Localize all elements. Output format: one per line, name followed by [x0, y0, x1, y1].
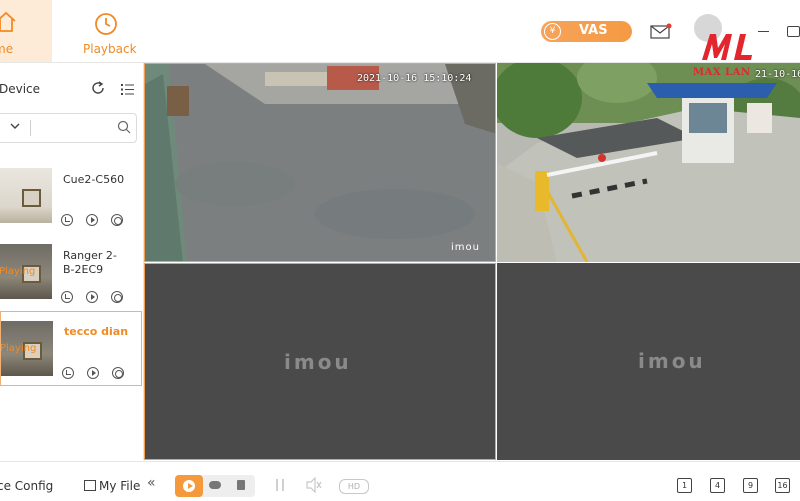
device-thumbnail [0, 168, 52, 223]
search-input[interactable] [35, 118, 109, 138]
device-sidebar: Device Cue2-C560 Playing Ranger 2-B-2EC9… [0, 63, 144, 460]
layout-9-button[interactable]: 9 [743, 478, 758, 493]
refresh-icon[interactable] [91, 81, 105, 95]
cloud-action-icon[interactable] [112, 367, 124, 379]
volume-muted-icon[interactable] [305, 477, 323, 493]
device-item[interactable]: Playing Ranger 2-B-2EC9 [0, 236, 142, 309]
hd-toggle[interactable]: HD [339, 479, 369, 494]
bottom-toolbar: ce Config My File « HD 1 4 9 16 [0, 461, 800, 501]
device-name: tecco dian [64, 325, 129, 338]
cloud-action-icon[interactable] [111, 214, 123, 226]
play-icon [188, 483, 193, 489]
layout-4-button[interactable]: 4 [710, 478, 725, 493]
device-thumbnail: Playing [1, 321, 53, 376]
device-actions [62, 364, 137, 383]
imou-placeholder-logo: imou [284, 350, 352, 374]
vas-label: VAS [579, 23, 608, 38]
chevron-down-icon[interactable] [10, 123, 20, 130]
playback-action-icon[interactable] [61, 291, 73, 303]
clock-icon [95, 13, 117, 35]
top-bar: me Playback ¥ VAS MAX LAN [0, 0, 800, 78]
playing-status: Playing [0, 266, 36, 277]
layout-16-button[interactable]: 16 [775, 478, 790, 493]
device-item-selected[interactable]: Playing tecco dian [0, 311, 142, 386]
nav-playback[interactable]: Playback [78, 0, 137, 62]
my-file-button[interactable]: My File [84, 479, 140, 493]
nav-home-label: me [0, 42, 14, 56]
vas-button[interactable]: ¥ VAS [541, 21, 632, 42]
playback-action-icon[interactable] [61, 214, 73, 226]
mail-icon[interactable] [650, 23, 672, 39]
playback-action-icon[interactable] [62, 367, 74, 379]
list-view-icon[interactable] [121, 84, 134, 95]
my-file-label: My File [99, 479, 141, 493]
sd-card-icon[interactable] [237, 480, 245, 490]
collapse-sidebar-button[interactable]: « [147, 475, 156, 491]
device-actions [61, 288, 136, 307]
brand-logo: MAX LAN [690, 30, 764, 82]
device-actions [61, 211, 136, 230]
video-grid: 2021-10-16 15:10:24 imou 21-10-16 imou i… [144, 63, 800, 460]
device-name: Cue2-C560 [63, 173, 125, 186]
live-action-icon[interactable] [87, 367, 99, 379]
video-cell-3-empty[interactable]: imou [144, 263, 496, 460]
video-timestamp: 2021-10-16 15:10:24 [357, 73, 472, 84]
home-icon [0, 11, 16, 32]
live-mode-button[interactable] [175, 475, 203, 497]
layout-1-button[interactable]: 1 [677, 478, 692, 493]
live-action-icon[interactable] [86, 214, 98, 226]
imou-placeholder-logo: imou [638, 349, 706, 373]
maximize-button[interactable] [787, 26, 800, 37]
stream-mode-switch [175, 475, 255, 497]
device-item[interactable]: Cue2-C560 [0, 159, 142, 232]
device-name: Ranger 2-B-2EC9 [63, 249, 117, 276]
nav-home[interactable]: me [0, 0, 52, 62]
sidebar-title: Device [0, 82, 41, 96]
camera-feed-image [145, 64, 495, 261]
search-divider [30, 120, 31, 136]
pause-icon[interactable] [276, 479, 284, 491]
device-config-button[interactable]: ce Config [0, 479, 53, 493]
imou-watermark: imou [451, 242, 480, 253]
search-icon[interactable] [117, 120, 131, 134]
video-cell-4-empty[interactable]: imou [497, 263, 800, 460]
thumbnail-picture-frame [22, 189, 41, 207]
logo-mark [702, 34, 752, 60]
video-cell-1[interactable]: 2021-10-16 15:10:24 imou [144, 63, 496, 262]
camera-feed-image [497, 63, 800, 262]
cloud-storage-icon[interactable] [209, 481, 221, 489]
video-cell-2[interactable]: 21-10-16 [497, 63, 800, 262]
logo-text: MAX LAN [693, 67, 751, 78]
playing-status: Playing [1, 343, 37, 354]
cloud-action-icon[interactable] [111, 291, 123, 303]
device-search [0, 113, 137, 143]
device-thumbnail: Playing [0, 244, 52, 299]
yuan-coin-icon: ¥ [544, 23, 561, 40]
nav-playback-label: Playback [83, 42, 137, 56]
folder-icon [84, 480, 96, 491]
live-action-icon[interactable] [86, 291, 98, 303]
